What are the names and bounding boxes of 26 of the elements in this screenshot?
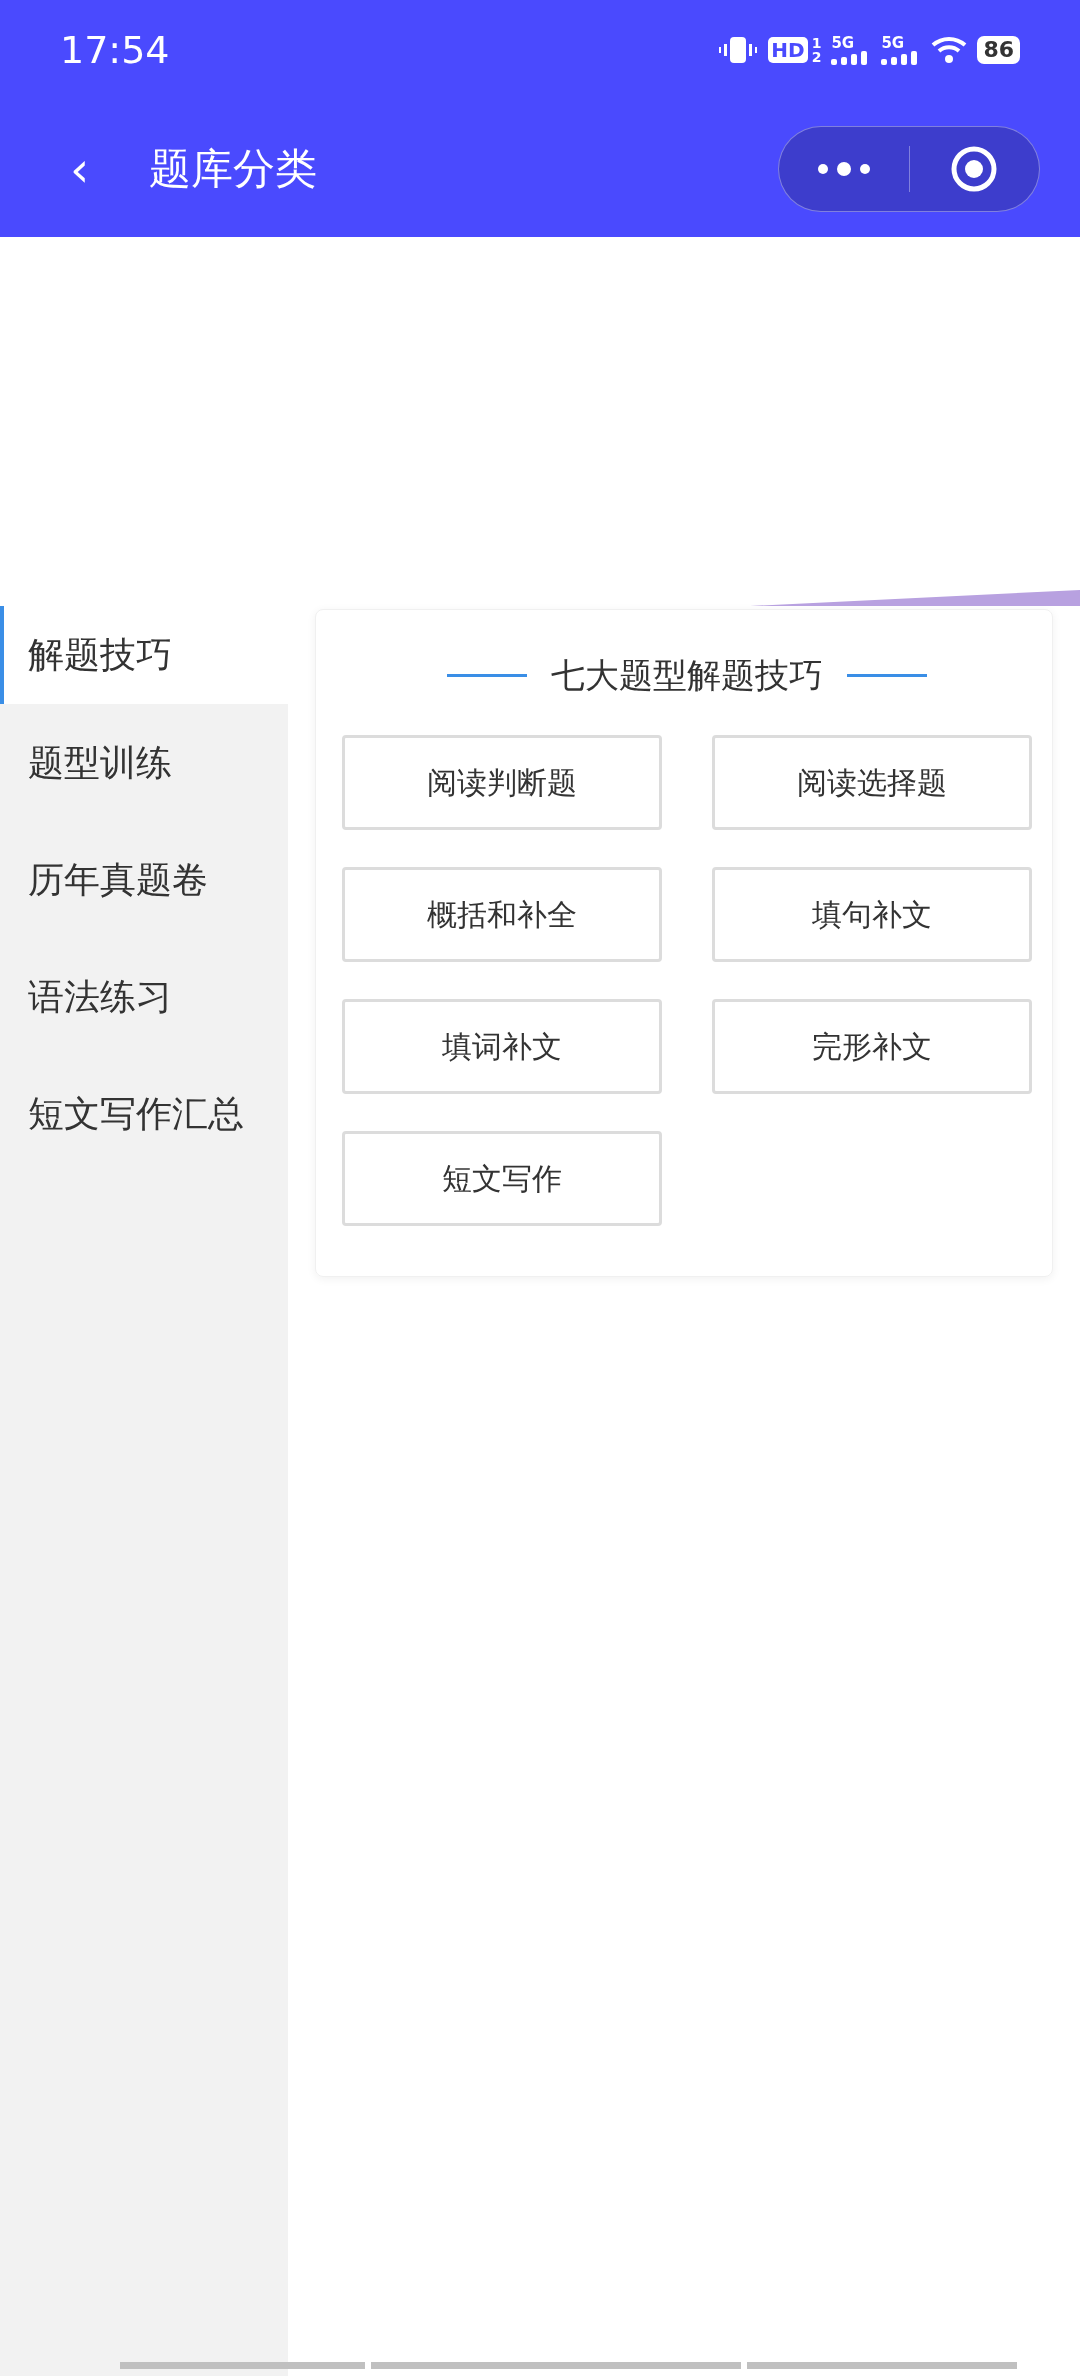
sidebar-item[interactable]: 短文写作汇总 — [0, 1055, 288, 1172]
sidebar-item[interactable]: 解题技巧 — [0, 606, 288, 704]
sidebar-item[interactable]: 题型训练 — [0, 704, 288, 821]
category-button[interactable]: 阅读选择题 — [712, 735, 1032, 830]
category-button[interactable]: 填句补文 — [712, 867, 1032, 962]
sidebar-item[interactable]: 语法练习 — [0, 938, 288, 1055]
vibrate-icon — [718, 35, 759, 65]
battery-level: 86 — [977, 36, 1020, 64]
category-button[interactable]: 短文写作 — [342, 1131, 662, 1226]
sidebar-item[interactable]: 历年真题卷 — [0, 821, 288, 938]
network-label: 5G — [831, 35, 855, 51]
sim-number: 2 — [811, 50, 822, 64]
network-label: 5G — [881, 35, 905, 51]
category-button[interactable]: 概括和补全 — [342, 867, 662, 962]
category-button[interactable]: 阅读判断题 — [342, 735, 662, 830]
back-button[interactable]: ‹ — [60, 144, 100, 193]
wifi-icon — [931, 35, 968, 65]
more-icon — [816, 160, 871, 177]
hd-label: HD — [768, 37, 808, 63]
status-time: 17:54 — [60, 26, 170, 74]
page-title: 题库分类 — [149, 143, 318, 195]
category-button[interactable]: 填词补文 — [342, 999, 662, 1094]
sim-number: 1 — [811, 36, 822, 50]
category-button[interactable]: 完形补文 — [712, 999, 1032, 1094]
card-title: 七大题型解题技巧 — [551, 654, 823, 697]
target-icon — [950, 144, 999, 193]
